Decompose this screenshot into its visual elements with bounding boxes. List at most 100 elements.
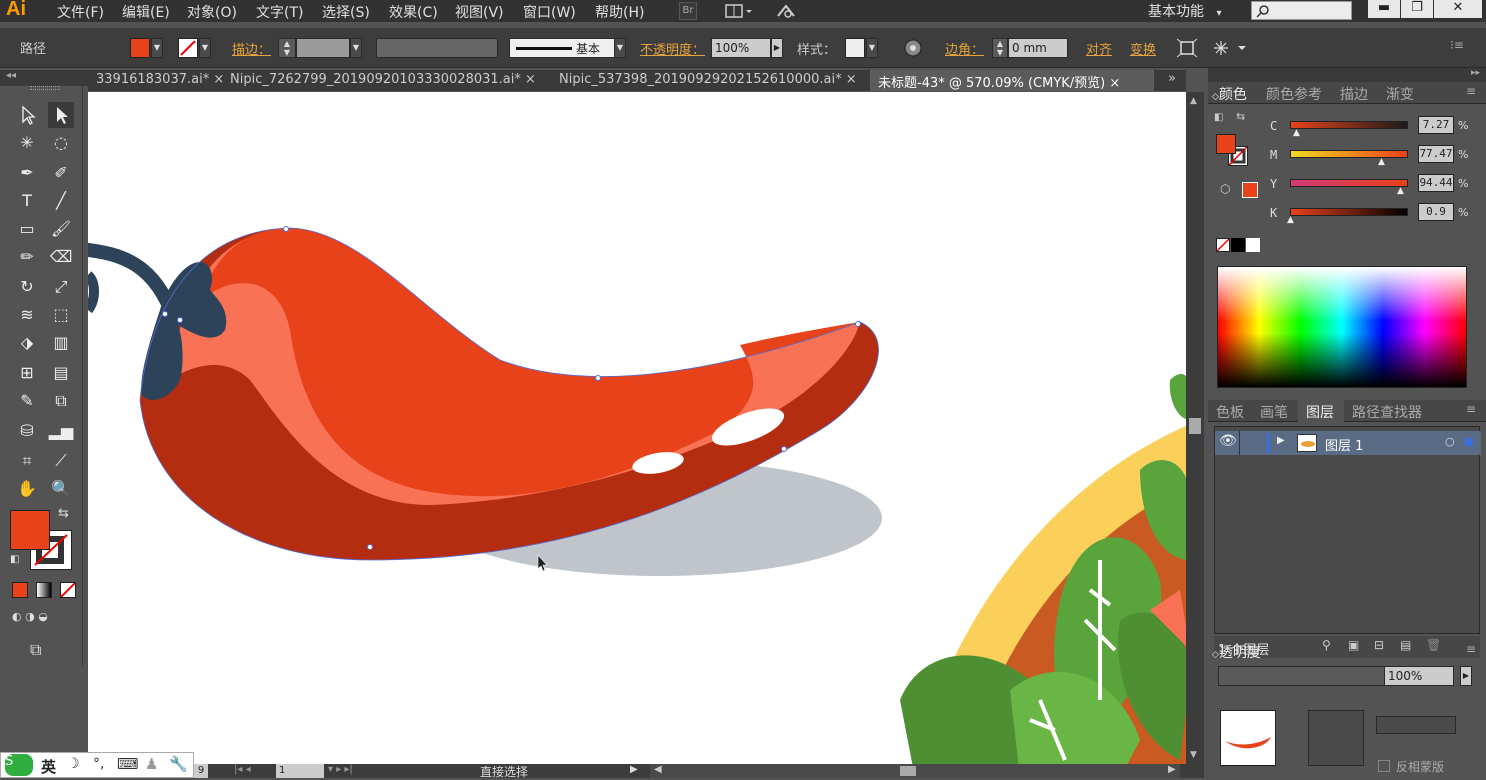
scroll-down-icon[interactable]: ▼ <box>1190 750 1197 760</box>
eraser-tool-icon[interactable]: ⌫ <box>48 244 74 270</box>
artboard-tool-icon[interactable]: ⌗ <box>14 448 40 474</box>
selection-indicator[interactable] <box>1465 438 1473 446</box>
eye-icon[interactable]: 👁 <box>1219 433 1237 449</box>
punctuation-icon[interactable]: °, <box>93 756 104 772</box>
none-swatch[interactable] <box>1216 238 1230 252</box>
scale-tool-icon[interactable]: ⤢ <box>48 274 74 300</box>
corner-label[interactable]: 边角： <box>945 39 984 58</box>
rotate-tool-icon[interactable]: ↻ <box>14 274 40 300</box>
chart-tool-icon[interactable]: ▥ <box>48 330 74 356</box>
pencil-tool-icon[interactable]: ✏ <box>14 244 40 270</box>
arrange-documents-button[interactable] <box>724 2 754 20</box>
hscroll-thumb[interactable] <box>900 766 916 776</box>
tab-color-guide[interactable]: 颜色参考 <box>1266 84 1322 104</box>
slice-tool-icon[interactable]: ⟋ <box>48 448 74 474</box>
channel-k-slider[interactable] <box>1290 208 1408 216</box>
default-fill-stroke-icon[interactable]: ◧ <box>1214 112 1223 123</box>
screen-mode-icon[interactable]: ⧉ <box>30 640 41 660</box>
target-icon[interactable]: ○ <box>1445 435 1455 448</box>
hand-tool-icon[interactable]: ✋ <box>14 476 40 502</box>
gradient-tool-icon[interactable]: ▤ <box>48 360 74 386</box>
artboard-next-icon[interactable]: ▾ ▸ ▸| <box>328 764 353 775</box>
document-tab[interactable]: Nipic_537398_20190929202152610000.ai* × <box>551 70 869 91</box>
menu-select[interactable]: 选择(S) <box>322 2 370 22</box>
gradient-mode-button[interactable] <box>36 582 52 598</box>
user-icon[interactable]: ♟ <box>145 755 158 773</box>
mask-thumbnail[interactable] <box>1308 710 1364 766</box>
channel-y-slider[interactable] <box>1290 179 1408 187</box>
panel-dock-collapse[interactable]: ▸▸ <box>1208 68 1486 82</box>
tab-stroke[interactable]: 描边 <box>1340 84 1368 104</box>
align-link[interactable]: 对齐 <box>1086 39 1112 58</box>
swap-fill-stroke-icon[interactable]: ⇆ <box>1236 110 1245 123</box>
color-mode-button[interactable] <box>12 582 28 598</box>
menu-view[interactable]: 视图(V) <box>455 2 504 22</box>
moon-icon[interactable]: ☽ <box>67 756 80 772</box>
toolbox-grip[interactable] <box>30 86 60 90</box>
tab-layers[interactable]: 图层 <box>1306 402 1334 422</box>
width-tool-icon[interactable]: ≋ <box>14 302 40 328</box>
channel-k-value[interactable]: 0.9 <box>1418 203 1454 221</box>
stroke-label[interactable]: 描边： <box>232 39 271 58</box>
channel-k-thumb[interactable]: ▲ <box>1287 215 1294 225</box>
stroke-swatch[interactable] <box>178 38 198 58</box>
artboard-prev-icon[interactable]: |◂ ◂ <box>234 764 251 775</box>
fill-swatch[interactable] <box>130 38 150 58</box>
isolate-button[interactable] <box>1176 38 1198 58</box>
panel-menu-icon[interactable]: ⁝≡ <box>1450 38 1470 58</box>
paintbrush-tool-icon[interactable]: 🖌 <box>48 216 74 242</box>
menu-file[interactable]: 文件(F) <box>57 2 104 22</box>
selection-tool-icon[interactable] <box>14 102 40 128</box>
menu-effect[interactable]: 效果(C) <box>389 2 438 22</box>
brush-dropdown[interactable]: ▼ <box>614 38 626 58</box>
artboard-number-field[interactable]: 1 <box>276 764 324 778</box>
corner-radius-field[interactable]: 0 mm <box>1008 38 1068 58</box>
tab-overflow-icon[interactable]: » <box>1168 71 1176 86</box>
panel-fill-swatch[interactable] <box>1216 134 1236 154</box>
opacity-dropdown[interactable]: ▶ <box>771 38 783 58</box>
menu-object[interactable]: 对象(O) <box>187 2 237 22</box>
minimize-button[interactable]: ▬ <box>1368 0 1400 18</box>
variable-width-profile[interactable] <box>376 38 498 58</box>
fill-dropdown[interactable]: ▼ <box>151 38 163 58</box>
menu-window[interactable]: 窗口(W) <box>523 2 576 22</box>
scroll-up-icon[interactable]: ▲ <box>1190 96 1197 106</box>
line-tool-icon[interactable]: ╱ <box>48 188 74 214</box>
stroke-dropdown[interactable]: ▼ <box>199 38 211 58</box>
horizontal-scrollbar[interactable]: ◀ ▶ <box>650 764 1180 778</box>
workspace-switcher[interactable]: 基本功能 ▾ <box>1148 1 1221 21</box>
stroke-weight-dropdown[interactable]: ▼ <box>350 38 362 58</box>
scroll-right-icon[interactable]: ▶ <box>1168 764 1176 775</box>
channel-c-value[interactable]: 7.27 <box>1418 116 1454 134</box>
out-of-gamut-icon[interactable]: ⬡ <box>1220 182 1230 196</box>
invert-mask-checkbox[interactable] <box>1378 760 1390 772</box>
opacity-field[interactable]: 100% <box>711 38 771 58</box>
toolbox-collapse[interactable]: ◂◂ <box>0 70 88 86</box>
tab-color[interactable]: ◇颜色 <box>1212 84 1247 104</box>
keyboard-icon[interactable]: ⌨ <box>117 755 139 773</box>
close-window-button[interactable]: ✕ <box>1434 0 1482 18</box>
tab-brushes[interactable]: 画笔 <box>1260 402 1288 422</box>
color-spectrum[interactable] <box>1217 266 1467 388</box>
channel-m-value[interactable]: 77.47 <box>1418 145 1454 163</box>
transform-link[interactable]: 变换 <box>1130 39 1156 58</box>
close-icon[interactable]: × <box>846 72 857 87</box>
column-graph-tool-icon[interactable]: ▂▅ <box>48 418 74 444</box>
make-mask-button[interactable] <box>1376 716 1456 734</box>
channel-c-slider[interactable] <box>1290 121 1408 129</box>
graphic-style-swatch[interactable] <box>845 38 865 58</box>
graphic-style-dropdown[interactable]: ▼ <box>866 38 878 58</box>
transparency-opacity-field[interactable]: 100% <box>1384 666 1454 686</box>
black-swatch[interactable] <box>1231 238 1245 252</box>
tab-transparency[interactable]: ◇透明度 <box>1212 642 1261 662</box>
rectangle-tool-icon[interactable]: ▭ <box>14 216 40 242</box>
drawing-modes[interactable]: ◐ ◑ ◒ <box>12 610 74 630</box>
mesh-tool-icon[interactable]: ⊞ <box>14 360 40 386</box>
fill-color-box-front[interactable] <box>10 510 50 550</box>
channel-m-slider[interactable] <box>1290 150 1408 158</box>
recolor-artwork-button[interactable] <box>902 37 924 59</box>
tab-swatches[interactable]: 色板 <box>1216 402 1244 422</box>
document-tab[interactable]: Nipic_7262799_20190920103330028031.ai* × <box>222 70 552 91</box>
shape-builder-tool-icon[interactable]: ⬗ <box>14 330 40 356</box>
channel-y-thumb[interactable]: ▲ <box>1397 186 1404 196</box>
